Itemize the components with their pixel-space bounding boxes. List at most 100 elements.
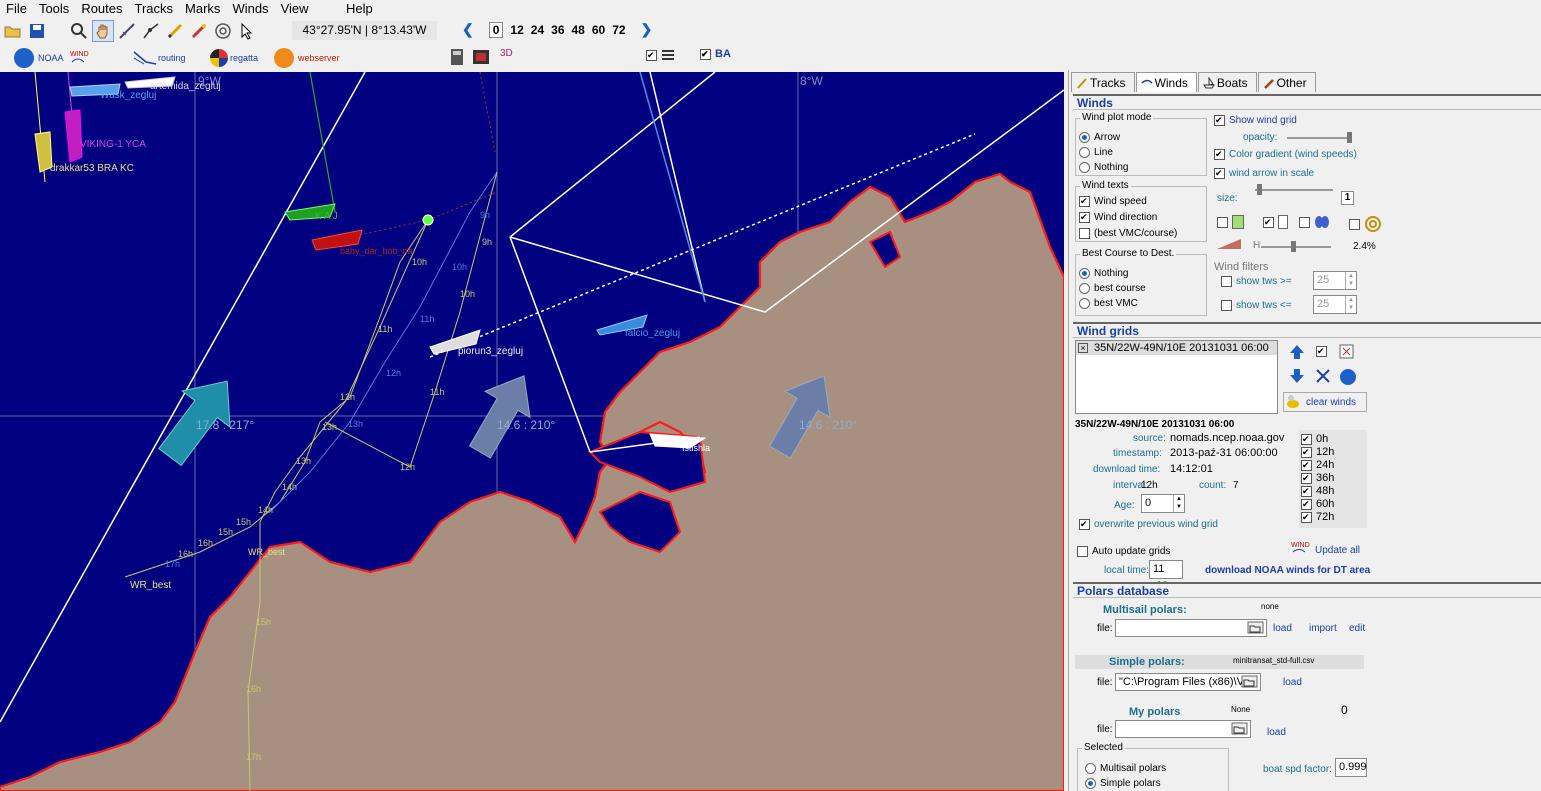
size-slider[interactable] bbox=[1255, 184, 1333, 195]
auto-update-checkbox[interactable]: Auto update grids bbox=[1077, 546, 1170, 557]
checkbox-control[interactable] bbox=[1079, 212, 1090, 223]
checkbox-control[interactable] bbox=[1301, 498, 1312, 510]
clear-winds-button[interactable]: clear winds bbox=[1283, 392, 1367, 412]
boat-label[interactable]: WR_best bbox=[248, 547, 285, 557]
tab-other[interactable]: Other bbox=[1257, 72, 1316, 92]
ba-checkbox[interactable] bbox=[700, 48, 711, 60]
hour-24[interactable]: 24 bbox=[531, 23, 544, 37]
style-option-1[interactable] bbox=[1217, 215, 1244, 229]
spin-arrows[interactable]: ▲ ▼ bbox=[1173, 495, 1184, 512]
open-file-icon[interactable] bbox=[1241, 675, 1259, 689]
radio-nothing[interactable]: Nothing bbox=[1079, 162, 1128, 173]
routing-button[interactable]: routing bbox=[132, 48, 186, 68]
remove-grid-icon[interactable]: × bbox=[1078, 343, 1088, 353]
open-file-icon[interactable] bbox=[1231, 722, 1249, 736]
checkbox-control[interactable] bbox=[1349, 218, 1360, 230]
menu-help[interactable]: Help bbox=[340, 0, 379, 18]
simple-file-input[interactable]: "C:\Program Files (x86)\V bbox=[1115, 673, 1261, 691]
simple-load-link[interactable]: load bbox=[1283, 677, 1302, 688]
next-hour-icon[interactable]: ❯ bbox=[641, 21, 653, 38]
checkbox-control[interactable] bbox=[1077, 546, 1088, 557]
tab-boats[interactable]: Boats bbox=[1197, 72, 1257, 92]
checkbox-control[interactable] bbox=[1214, 168, 1225, 179]
radio-control[interactable] bbox=[1079, 147, 1090, 158]
boat-label[interactable]: baby_dar_bob_na bbox=[340, 246, 413, 256]
checkbox-control[interactable] bbox=[1263, 216, 1274, 228]
checkbox-control[interactable] bbox=[1214, 115, 1225, 126]
radio-multisail[interactable]: Multisail polars bbox=[1085, 763, 1166, 774]
hour-72[interactable]: 72 bbox=[612, 23, 625, 37]
tab-tracks[interactable]: Tracks bbox=[1071, 72, 1135, 92]
hour-48h-checkbox[interactable]: 48h bbox=[1301, 485, 1334, 497]
menu-marks[interactable]: Marks bbox=[179, 0, 226, 18]
layers-checkbox[interactable] bbox=[646, 49, 657, 61]
checkbox-control[interactable] bbox=[1301, 459, 1312, 471]
wind-speed-checkbox[interactable]: Wind speed bbox=[1079, 196, 1147, 207]
boat-label[interactable]: falcio_zegluj bbox=[625, 328, 680, 339]
radio-control[interactable] bbox=[1079, 283, 1090, 294]
boat-label[interactable]: drakkar53 BRA KC bbox=[50, 163, 134, 174]
best-vmc-checkbox[interactable]: (best VMC/course) bbox=[1079, 228, 1177, 239]
radio-line[interactable]: Line bbox=[1079, 147, 1113, 158]
menu-tracks[interactable]: Tracks bbox=[129, 0, 180, 18]
menu-routes[interactable]: Routes bbox=[75, 0, 128, 18]
film-button[interactable] bbox=[472, 48, 490, 66]
radio-arrow[interactable]: Arrow bbox=[1079, 132, 1120, 143]
checkbox-control[interactable] bbox=[1079, 228, 1090, 239]
checkbox-control[interactable] bbox=[1301, 433, 1312, 445]
hour-0h-checkbox[interactable]: 0h bbox=[1301, 433, 1328, 445]
boat-label[interactable]: K A J bbox=[315, 211, 338, 222]
wind-arrow-scale-checkbox[interactable]: wind arrow in scale bbox=[1214, 168, 1314, 179]
radio-best-vmc[interactable]: best VMC bbox=[1079, 298, 1138, 309]
style-option-4[interactable] bbox=[1349, 215, 1382, 233]
my-polars-load-link[interactable]: load bbox=[1267, 727, 1286, 738]
move-up-icon[interactable] bbox=[1289, 344, 1305, 360]
radio-control[interactable] bbox=[1085, 763, 1096, 774]
hour-60[interactable]: 60 bbox=[592, 23, 605, 37]
multisail-load-link[interactable]: load bbox=[1273, 623, 1292, 634]
wind-download-button[interactable]: WIND bbox=[70, 48, 92, 68]
cursor-icon[interactable] bbox=[236, 20, 258, 42]
delete-grid-icon[interactable] bbox=[1315, 368, 1331, 384]
move-down-icon[interactable] bbox=[1289, 368, 1305, 384]
multisail-import-link[interactable]: import bbox=[1309, 623, 1337, 634]
grid-list-item[interactable]: × 35N/22W-49N/10E 20131031 06:00 bbox=[1076, 341, 1277, 355]
route-line-icon[interactable] bbox=[140, 20, 162, 42]
tws-le-input[interactable]: 25 ▲ ▼ bbox=[1313, 295, 1357, 314]
overwrite-checkbox[interactable]: overwrite previous wind grid bbox=[1079, 519, 1218, 530]
radio-control[interactable] bbox=[1079, 162, 1090, 173]
checkbox-control[interactable] bbox=[1079, 519, 1090, 530]
checkbox-control[interactable] bbox=[1214, 149, 1225, 160]
boat-label[interactable]: VIKING-1 YCA bbox=[80, 139, 146, 150]
measure-icon[interactable] bbox=[116, 20, 138, 42]
grid-check-icon[interactable] bbox=[1316, 346, 1327, 357]
grid-list[interactable]: × 35N/22W-49N/10E 20131031 06:00 bbox=[1075, 340, 1278, 414]
checkbox-control[interactable] bbox=[1301, 485, 1312, 497]
hour-36[interactable]: 36 bbox=[551, 23, 564, 37]
spd-factor-input[interactable]: 0.999 bbox=[1335, 758, 1367, 777]
checkbox-control[interactable] bbox=[1221, 276, 1232, 287]
three-d-button[interactable]: 3D bbox=[500, 48, 513, 59]
menu-winds[interactable]: Winds bbox=[226, 0, 274, 18]
hour-48[interactable]: 48 bbox=[572, 23, 585, 37]
menu-file[interactable]: File bbox=[0, 0, 33, 18]
menu-view[interactable]: View bbox=[275, 0, 315, 18]
ba-toggle[interactable]: BA bbox=[700, 48, 731, 60]
regatta-button[interactable]: regatta bbox=[208, 48, 258, 68]
pan-hand-icon[interactable] bbox=[92, 20, 114, 42]
boat-label[interactable]: artemida_zegluj bbox=[150, 81, 221, 92]
noaa-button[interactable]: NOAA bbox=[14, 48, 64, 68]
checkbox-control[interactable] bbox=[1299, 216, 1310, 228]
slider-knob[interactable] bbox=[1291, 241, 1296, 252]
multisail-edit-link[interactable]: edit bbox=[1349, 623, 1365, 634]
checkbox-control[interactable] bbox=[1301, 472, 1312, 484]
open-file-icon[interactable] bbox=[1247, 621, 1265, 635]
style-option-2[interactable] bbox=[1263, 215, 1288, 229]
slider-knob[interactable] bbox=[1257, 184, 1262, 195]
hour-72h-checkbox[interactable]: 72h bbox=[1301, 511, 1334, 523]
hour-24h-checkbox[interactable]: 24h bbox=[1301, 459, 1334, 471]
hour-60h-checkbox[interactable]: 60h bbox=[1301, 498, 1334, 510]
show-wind-grid-checkbox[interactable]: Show wind grid bbox=[1214, 115, 1297, 126]
radio-control[interactable] bbox=[1079, 268, 1090, 279]
download-noaa-link[interactable]: download NOAA winds for DT area bbox=[1205, 565, 1370, 576]
